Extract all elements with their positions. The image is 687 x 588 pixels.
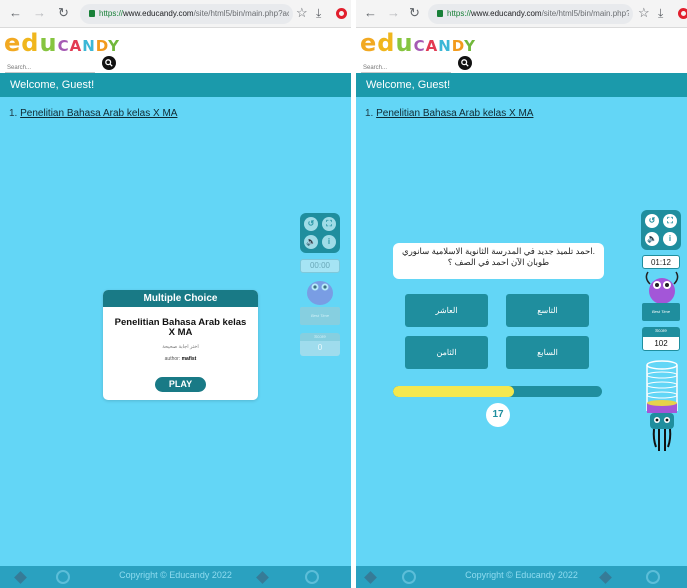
educandy-logo[interactable]: eduCANDY bbox=[4, 29, 120, 60]
monster-mascot bbox=[307, 281, 333, 305]
copyright-text: Copyright © Educandy 2022 bbox=[465, 570, 578, 580]
search-icon bbox=[105, 59, 113, 67]
activity-link[interactable]: Penelitian Bahasa Arab kelas X MA bbox=[376, 108, 533, 119]
forward-icon[interactable]: → bbox=[387, 5, 400, 21]
answer-option-2[interactable]: العاشر bbox=[405, 294, 488, 327]
search-button[interactable] bbox=[458, 56, 472, 70]
url-text: https://www.educandy.com/site/html5/bin/… bbox=[99, 9, 289, 18]
monster-mascot bbox=[645, 271, 679, 304]
control-panel: ↺ ⛶ 🔈 i bbox=[641, 210, 681, 250]
site-header: eduCANDY Search... bbox=[0, 28, 351, 73]
answer-option-4[interactable]: الثامن bbox=[405, 336, 488, 369]
forward-icon[interactable]: → bbox=[33, 5, 46, 21]
logo-letter: D bbox=[95, 37, 109, 55]
candy-jar-icon bbox=[646, 360, 678, 451]
lock-icon bbox=[437, 10, 443, 17]
progress-bar bbox=[393, 386, 602, 397]
logo-letter: e bbox=[4, 29, 22, 57]
answer-option-1[interactable]: التاسع bbox=[506, 294, 589, 327]
logo-letter: d bbox=[377, 29, 396, 57]
reload-icon[interactable]: ↻ bbox=[409, 5, 420, 21]
activity-instruction: اختر اجابة صحيحة bbox=[162, 344, 199, 350]
info-icon[interactable]: i bbox=[663, 232, 677, 246]
search-button[interactable] bbox=[102, 56, 116, 70]
restart-icon[interactable]: ↺ bbox=[304, 217, 318, 231]
info-icon[interactable]: i bbox=[322, 235, 336, 249]
question-text: .احمد تلميذ جديد في المدرسة الثانوية الا… bbox=[393, 243, 604, 279]
restart-icon[interactable]: ↺ bbox=[645, 214, 659, 228]
logo-letter: Y bbox=[464, 37, 476, 55]
download-icon[interactable]: ⤓ bbox=[316, 6, 321, 20]
educandy-logo[interactable]: eduCANDY bbox=[360, 29, 476, 60]
activity-link[interactable]: Penelitian Bahasa Arab kelas X MA bbox=[20, 108, 177, 119]
best-time-label: Best Time bbox=[642, 303, 680, 321]
url-text: https://www.educandy.com/site/html5/bin/… bbox=[447, 9, 629, 18]
play-button[interactable]: PLAY bbox=[155, 377, 206, 392]
browser-toolbar: ← → ↻ https://www.educandy.com/site/html… bbox=[0, 0, 351, 28]
activity-list-item: 1. Penelitian Bahasa Arab kelas X MA bbox=[9, 108, 177, 119]
sound-icon[interactable]: 🔈 bbox=[645, 232, 659, 246]
logo-letter: e bbox=[360, 29, 378, 57]
download-icon[interactable]: ⤓ bbox=[658, 6, 663, 20]
address-bar[interactable]: https://www.educandy.com/site/html5/bin/… bbox=[428, 4, 633, 24]
reload-icon[interactable]: ↻ bbox=[58, 5, 69, 21]
activity-intro-card: Multiple Choice Penelitian Bahasa Arab k… bbox=[103, 290, 258, 400]
opera-icon[interactable] bbox=[336, 8, 347, 19]
logo-letter: d bbox=[21, 29, 40, 57]
opera-icon[interactable] bbox=[678, 8, 687, 19]
answer-option-3[interactable]: السابع bbox=[506, 336, 589, 369]
logo-letter: C bbox=[413, 37, 426, 55]
timer: 00:00 bbox=[300, 259, 340, 273]
site-footer: Copyright © Educandy 2022 bbox=[356, 566, 687, 588]
welcome-bar: Welcome, Guest! bbox=[356, 73, 687, 97]
activity-title: Penelitian Bahasa Arab kelas X MA bbox=[114, 317, 247, 338]
search-input[interactable]: Search... bbox=[361, 64, 451, 73]
logo-letter: N bbox=[438, 37, 452, 55]
logo-letter: D bbox=[451, 37, 465, 55]
logo-letter: u bbox=[39, 29, 58, 57]
lock-icon bbox=[89, 10, 95, 17]
browser-toolbar: ← → ↻ https://www.educandy.com/site/html… bbox=[356, 0, 687, 28]
fullscreen-icon[interactable]: ⛶ bbox=[322, 217, 336, 231]
site-footer: Copyright © Educandy 2022 bbox=[0, 566, 351, 588]
score-label: Score bbox=[642, 327, 680, 336]
logo-letter: C bbox=[57, 37, 70, 55]
logo-letter: Y bbox=[108, 37, 120, 55]
logo-letter: A bbox=[425, 37, 439, 55]
sound-icon[interactable]: 🔈 bbox=[304, 235, 318, 249]
timer: 01:12 bbox=[642, 255, 680, 269]
search-icon bbox=[461, 59, 469, 67]
address-bar[interactable]: https://www.educandy.com/site/html5/bin/… bbox=[80, 4, 293, 24]
search-input[interactable]: Search... bbox=[5, 64, 95, 73]
control-panel: ↺ ⛶ 🔈 i bbox=[300, 213, 340, 253]
copyright-text: Copyright © Educandy 2022 bbox=[119, 570, 232, 580]
activity-author: author: mafist bbox=[164, 356, 197, 362]
bookmark-star-icon[interactable]: ☆ bbox=[638, 6, 650, 20]
left-browser-window: ← → ↻ https://www.educandy.com/site/html… bbox=[0, 0, 351, 588]
best-time-label: Best Time bbox=[300, 307, 340, 325]
back-icon[interactable]: ← bbox=[364, 5, 377, 21]
back-icon[interactable]: ← bbox=[9, 5, 22, 21]
welcome-bar: Welcome, Guest! bbox=[0, 73, 351, 97]
score-value: 102 bbox=[642, 336, 680, 351]
progress-fill bbox=[393, 386, 515, 397]
logo-letter: N bbox=[82, 37, 96, 55]
fullscreen-icon[interactable]: ⛶ bbox=[663, 214, 677, 228]
activity-list-item: 1. Penelitian Bahasa Arab kelas X MA bbox=[365, 108, 533, 119]
list-item-number: 1. bbox=[365, 108, 374, 119]
logo-letter: u bbox=[395, 29, 414, 57]
question-counter: 17 bbox=[486, 403, 510, 427]
list-item-number: 1. bbox=[9, 108, 18, 119]
bookmark-star-icon[interactable]: ☆ bbox=[296, 6, 308, 20]
score-value: 0 bbox=[300, 341, 340, 356]
score-label: Score bbox=[300, 333, 340, 341]
card-header: Multiple Choice bbox=[103, 290, 258, 307]
site-header: eduCANDY Search... bbox=[356, 28, 687, 73]
logo-letter: A bbox=[69, 37, 83, 55]
